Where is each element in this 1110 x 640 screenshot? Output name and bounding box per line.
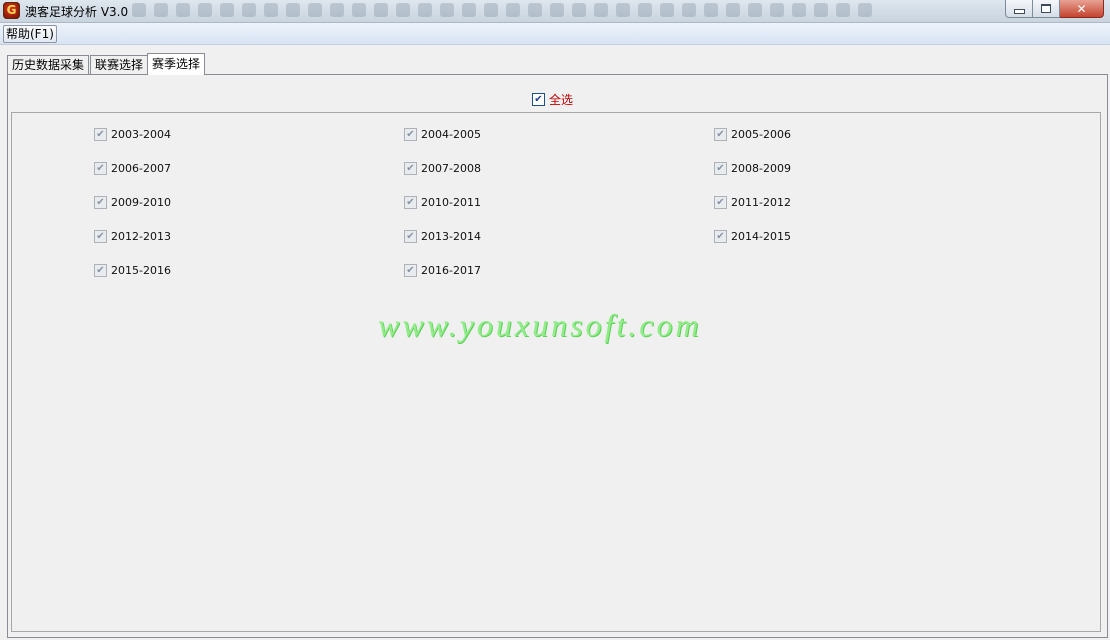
season-check-icon[interactable]: ✔: [714, 196, 727, 209]
faded-toolbar-icon: [638, 3, 652, 17]
season-checkbox[interactable]: ✔ 2016-2017: [404, 264, 481, 277]
season-label: 2007-2008: [421, 162, 481, 175]
season-check-icon[interactable]: ✔: [94, 162, 107, 175]
season-checkbox[interactable]: ✔ 2003-2004: [94, 128, 171, 141]
season-label: 2005-2006: [731, 128, 791, 141]
faded-toolbar-icon: [814, 3, 828, 17]
season-label: 2010-2011: [421, 196, 481, 209]
season-check-icon[interactable]: ✔: [404, 230, 417, 243]
season-checkbox[interactable]: ✔ 2012-2013: [94, 230, 171, 243]
select-all-checkbox[interactable]: ✔ 全选: [532, 92, 573, 107]
season-checkbox[interactable]: ✔ 2015-2016: [94, 264, 171, 277]
faded-toolbar: [132, 3, 932, 19]
menu-help[interactable]: 帮助(F1): [3, 25, 57, 43]
season-check-icon[interactable]: ✔: [404, 196, 417, 209]
season-label: 2016-2017: [421, 264, 481, 277]
faded-toolbar-icon: [726, 3, 740, 17]
season-checkbox[interactable]: ✔ 2006-2007: [94, 162, 171, 175]
faded-toolbar-icon: [154, 3, 168, 17]
close-button[interactable]: ✕: [1060, 0, 1104, 18]
faded-toolbar-icon: [198, 3, 212, 17]
menu-bar: 帮助(F1): [0, 23, 1110, 45]
season-checkbox[interactable]: ✔ 2008-2009: [714, 162, 791, 175]
season-label: 2004-2005: [421, 128, 481, 141]
faded-toolbar-icon: [506, 3, 520, 17]
season-label: 2011-2012: [731, 196, 791, 209]
faded-toolbar-icon: [418, 3, 432, 17]
faded-toolbar-icon: [704, 3, 718, 17]
watermark-url: www.youxunsoft.com: [378, 307, 702, 343]
season-checkbox[interactable]: ✔ 2014-2015: [714, 230, 791, 243]
season-check-icon[interactable]: ✔: [404, 264, 417, 277]
season-label: 2009-2010: [111, 196, 171, 209]
season-check-icon[interactable]: ✔: [404, 128, 417, 141]
faded-toolbar-icon: [836, 3, 850, 17]
faded-toolbar-icon: [682, 3, 696, 17]
faded-toolbar-icon: [264, 3, 278, 17]
season-check-icon[interactable]: ✔: [714, 128, 727, 141]
faded-toolbar-icon: [528, 3, 542, 17]
season-checkbox[interactable]: ✔ 2009-2010: [94, 196, 171, 209]
season-checkbox[interactable]: ✔ 2011-2012: [714, 196, 791, 209]
faded-toolbar-icon: [220, 3, 234, 17]
tab-league-select[interactable]: 联赛选择: [90, 55, 149, 75]
season-label: 2012-2013: [111, 230, 171, 243]
season-check-icon[interactable]: ✔: [94, 264, 107, 277]
season-group-box: [11, 112, 1101, 632]
season-checkbox[interactable]: ✔ 2013-2014: [404, 230, 481, 243]
faded-toolbar-icon: [858, 3, 872, 17]
faded-toolbar-icon: [242, 3, 256, 17]
faded-toolbar-icon: [352, 3, 366, 17]
tab-history-data[interactable]: 历史数据采集: [7, 55, 90, 75]
window-title: 澳客足球分析 V3.0: [25, 5, 129, 19]
maximize-icon: [1041, 4, 1051, 13]
season-check-icon[interactable]: ✔: [714, 230, 727, 243]
faded-toolbar-icon: [550, 3, 564, 17]
faded-toolbar-icon: [286, 3, 300, 17]
season-checkbox[interactable]: ✔ 2010-2011: [404, 196, 481, 209]
minimize-button[interactable]: [1005, 0, 1033, 18]
title-bar: 澳客足球分析 V3.0 ✕: [0, 0, 1110, 23]
tab-season-select[interactable]: 赛季选择: [147, 53, 206, 75]
season-label: 2006-2007: [111, 162, 171, 175]
faded-toolbar-icon: [176, 3, 190, 17]
faded-toolbar-icon: [440, 3, 454, 17]
faded-toolbar-icon: [572, 3, 586, 17]
faded-toolbar-icon: [462, 3, 476, 17]
faded-toolbar-icon: [748, 3, 762, 17]
faded-toolbar-icon: [132, 3, 146, 17]
select-all-check-icon[interactable]: ✔: [532, 93, 545, 106]
season-label: 2003-2004: [111, 128, 171, 141]
faded-toolbar-icon: [396, 3, 410, 17]
season-label: 2014-2015: [731, 230, 791, 243]
season-check-icon[interactable]: ✔: [94, 196, 107, 209]
faded-toolbar-icon: [616, 3, 630, 17]
season-check-icon[interactable]: ✔: [94, 128, 107, 141]
season-label: 2015-2016: [111, 264, 171, 277]
faded-toolbar-icon: [770, 3, 784, 17]
season-checkbox[interactable]: ✔ 2007-2008: [404, 162, 481, 175]
faded-toolbar-icon: [792, 3, 806, 17]
maximize-button[interactable]: [1033, 0, 1060, 18]
season-check-icon[interactable]: ✔: [714, 162, 727, 175]
season-label: 2008-2009: [731, 162, 791, 175]
faded-toolbar-icon: [308, 3, 322, 17]
close-icon: ✕: [1076, 1, 1087, 16]
season-checkbox[interactable]: ✔ 2005-2006: [714, 128, 791, 141]
faded-toolbar-icon: [594, 3, 608, 17]
app-logo-icon[interactable]: [3, 2, 20, 19]
faded-toolbar-icon: [374, 3, 388, 17]
season-check-icon[interactable]: ✔: [94, 230, 107, 243]
select-all-label: 全选: [549, 93, 574, 107]
faded-toolbar-icon: [330, 3, 344, 17]
window-controls: ✕: [1005, 0, 1104, 18]
season-checkbox[interactable]: ✔ 2004-2005: [404, 128, 481, 141]
minimize-icon: [1013, 9, 1025, 14]
faded-toolbar-icon: [484, 3, 498, 17]
season-check-icon[interactable]: ✔: [404, 162, 417, 175]
faded-toolbar-icon: [660, 3, 674, 17]
season-label: 2013-2014: [421, 230, 481, 243]
